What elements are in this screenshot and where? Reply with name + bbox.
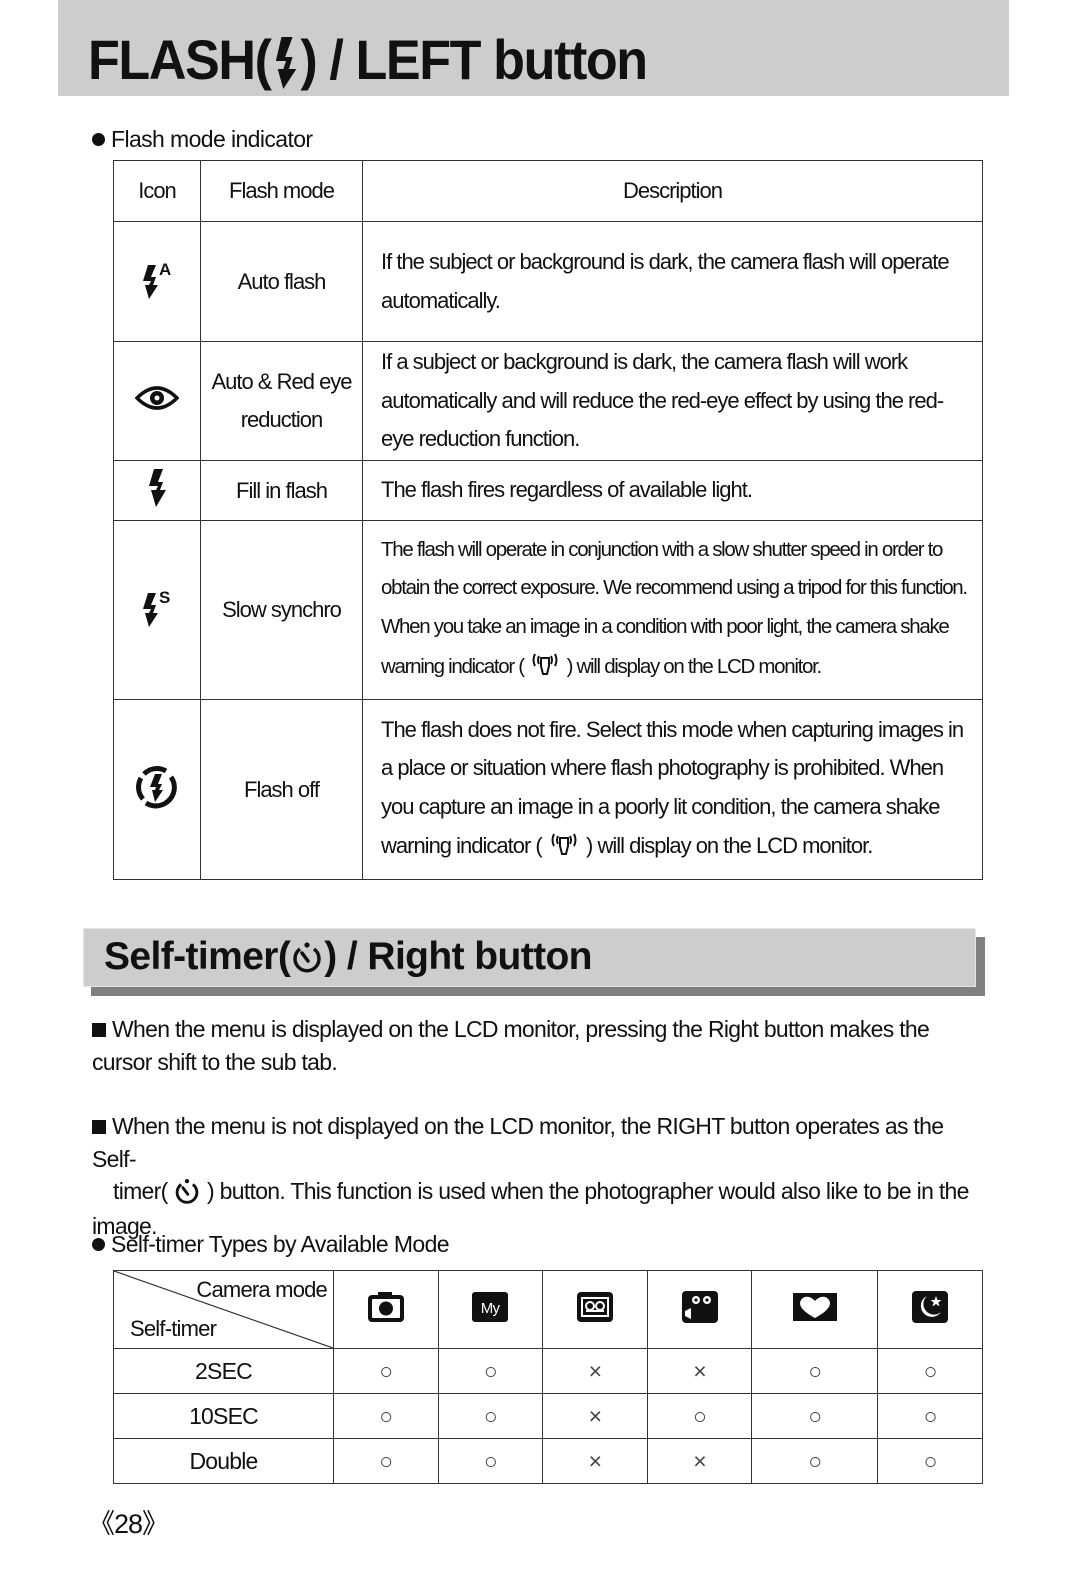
availability-mark: ○ xyxy=(437,1393,544,1439)
availability-mark: × xyxy=(542,1348,648,1394)
red-eye-icon xyxy=(134,384,180,418)
table-row: S Slow synchro The flash will operate in… xyxy=(113,520,983,700)
table-header-row: Icon Flash mode Description xyxy=(113,160,983,222)
self-timer-type-label: 2SEC xyxy=(113,1348,334,1394)
flash-mode-name: Auto flash xyxy=(200,221,363,342)
self-timer-icon xyxy=(173,1176,201,1211)
availability-mark: ○ xyxy=(646,1393,753,1439)
camera-shake-icon xyxy=(528,646,562,690)
table-row: 10SEC ○ ○ × ○ ○ ○ xyxy=(113,1393,983,1439)
flash-icon xyxy=(271,32,301,96)
flash-mode-name: Auto & Red eye reduction xyxy=(200,341,363,461)
page-title-bar: FLASH() / LEFT button xyxy=(58,0,1009,96)
fill-flash-icon xyxy=(145,468,169,514)
svg-text:S: S xyxy=(159,588,170,607)
availability-mark: ○ xyxy=(751,1348,879,1394)
slow-synchro-icon: S xyxy=(140,587,174,633)
camera-shake-icon xyxy=(547,826,581,869)
section-heading: Self-timer() / Right button xyxy=(104,935,593,981)
auto-flash-icon: A xyxy=(140,259,174,305)
bullet-square xyxy=(92,1023,106,1037)
movie-clip-icon xyxy=(681,1290,719,1330)
table-row: Flash off The flash does not fire. Selec… xyxy=(113,699,983,880)
availability-mark: ○ xyxy=(333,1348,439,1394)
self-timer-type-label: Double xyxy=(113,1438,334,1484)
camera-mode-label: Camera mode xyxy=(196,1277,327,1302)
flash-mode-table: Icon Flash mode Description A Auto flash… xyxy=(113,160,983,880)
flash-off-icon xyxy=(134,764,180,816)
night-scene-icon xyxy=(911,1290,949,1330)
flash-mode-description: If a subject or background is dark, the … xyxy=(362,341,983,461)
availability-mark: ○ xyxy=(437,1348,544,1394)
availability-mark: ○ xyxy=(751,1438,879,1484)
availability-mark: ○ xyxy=(333,1438,439,1484)
table-row: Double ○ ○ × × ○ ○ xyxy=(113,1438,983,1484)
flash-mode-indicator-label: Flash mode indicator xyxy=(92,125,313,153)
flash-mode-description: The flash does not fire. Select this mod… xyxy=(362,699,983,880)
availability-mark: × xyxy=(646,1348,753,1394)
paragraph-right-button-self-timer: When the menu is not displayed on the LC… xyxy=(92,1113,969,1240)
column-header-description: Description xyxy=(362,160,983,222)
flash-mode-name: Flash off xyxy=(200,699,363,880)
availability-mark: × xyxy=(542,1438,648,1484)
svg-text:A: A xyxy=(159,260,171,279)
table-row: Auto & Red eye reduction If a subject or… xyxy=(113,341,983,461)
page-number: 《28》 xyxy=(88,1509,169,1539)
bullet-square xyxy=(92,1120,106,1134)
availability-mark: ○ xyxy=(877,1393,983,1439)
paragraph-right-button-menu: When the menu is displayed on the LCD mo… xyxy=(92,1016,930,1075)
availability-mark: ○ xyxy=(877,1348,983,1394)
availability-mark: ○ xyxy=(877,1438,983,1484)
svg-text:My: My xyxy=(481,1300,501,1317)
voice-recording-icon xyxy=(576,1291,614,1329)
flash-mode-description: The flash will operate in conjunction wi… xyxy=(362,520,983,700)
bullet-dot xyxy=(92,133,105,146)
availability-mark: ○ xyxy=(751,1393,879,1439)
self-timer-heading-bar: Self-timer() / Right button xyxy=(83,928,985,996)
portrait-heart-icon xyxy=(792,1291,838,1329)
self-timer-label: Self-timer xyxy=(130,1316,217,1341)
table-row: Fill in flash The flash fires regardless… xyxy=(113,460,983,521)
self-timer-table: Camera mode Self-timer My 2SEC ○ ○ × × ○… xyxy=(113,1270,983,1484)
availability-mark: ○ xyxy=(333,1393,439,1439)
column-header-flash-mode: Flash mode xyxy=(200,160,363,222)
flash-mode-description: The flash fires regardless of available … xyxy=(362,460,983,521)
page-title: FLASH() / LEFT button xyxy=(88,28,648,96)
self-timer-types-label: Self-timer Types by Available Mode xyxy=(92,1230,450,1258)
table-row: 2SEC ○ ○ × × ○ ○ xyxy=(113,1348,983,1394)
flash-mode-description: If the subject or background is dark, th… xyxy=(362,221,983,342)
corner-header-cell: Camera mode Self-timer xyxy=(113,1270,334,1349)
table-header-row: Camera mode Self-timer My xyxy=(113,1270,983,1349)
availability-mark: × xyxy=(542,1393,648,1439)
flash-mode-name: Slow synchro xyxy=(200,520,363,700)
self-timer-icon xyxy=(290,937,324,981)
bullet-dot xyxy=(92,1238,105,1251)
table-row: A Auto flash If the subject or backgroun… xyxy=(113,221,983,342)
my-mode-icon: My xyxy=(471,1291,509,1329)
self-timer-type-label: 10SEC xyxy=(113,1393,334,1439)
column-header-icon: Icon xyxy=(113,160,201,222)
camera-auto-icon xyxy=(367,1291,405,1329)
flash-mode-name: Fill in flash xyxy=(200,460,363,521)
availability-mark: ○ xyxy=(437,1438,544,1484)
availability-mark: × xyxy=(646,1438,753,1484)
